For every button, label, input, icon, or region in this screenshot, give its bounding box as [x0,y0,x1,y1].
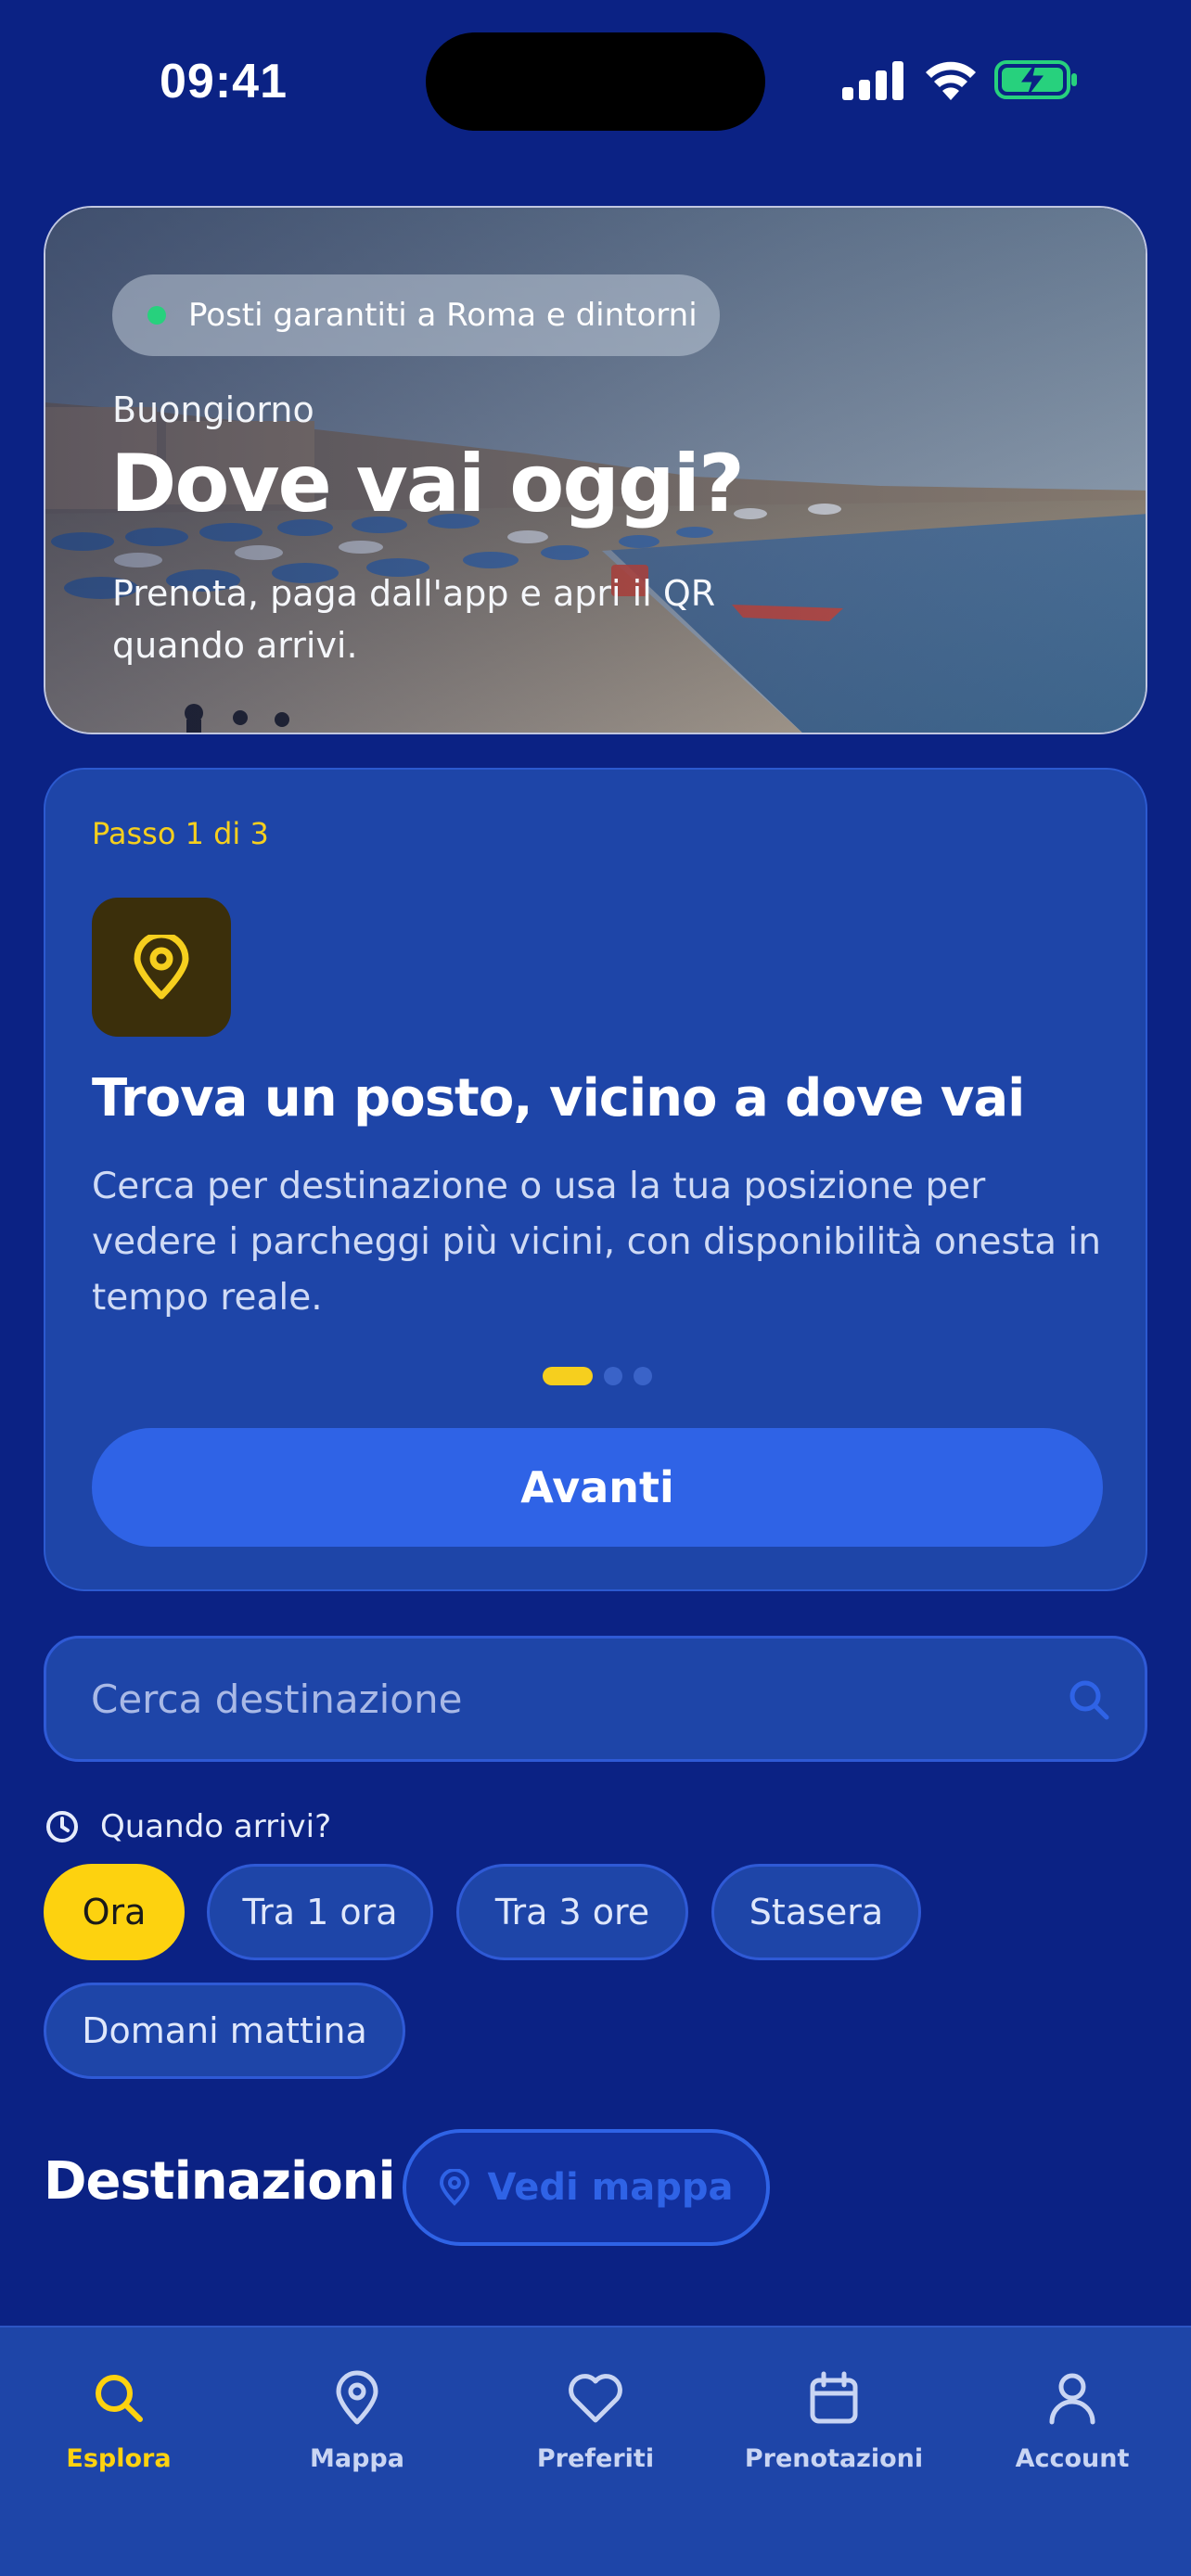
wifi-icon [926,61,976,100]
hero-banner: Posti garantiti a Roma e dintorni Buongi… [44,206,1147,734]
tab-prenotazioni[interactable]: Prenotazioni [732,2368,936,2473]
tab-label: Preferiti [536,2444,655,2473]
tab-esplora[interactable]: Esplora [17,2368,221,2473]
status-dot [147,306,166,325]
destinations-heading: Destinazioni [44,2151,396,2212]
availability-badge-label: Posti garantiti a Roma e dintorni [188,297,698,334]
heart-icon [569,2374,622,2423]
search-icon[interactable] [1067,1677,1111,1722]
status-time: 09:41 [160,55,288,108]
chip-stasera[interactable]: Stasera [711,1864,921,1960]
location-pin-icon [92,898,231,1037]
tab-label: Account [1015,2444,1130,2473]
hero-subtitle: Prenota, paga dall'app e apri il QR quan… [112,573,716,666]
view-map-button[interactable]: Vedi mappa [403,2129,770,2246]
chip-domani-mattina[interactable]: Domani mattina [44,1983,405,2079]
onboarding-title: Trova un posto, vicino a dove vai [92,1068,1025,1129]
dynamic-island [426,32,765,131]
page-dot[interactable] [604,1367,622,1385]
chip-ora[interactable]: Ora [44,1864,185,1960]
clock-icon [46,1811,78,1843]
search-input[interactable] [91,1639,1018,1759]
chip-tra-3-ore[interactable]: Tra 3 ore [456,1864,688,1960]
page-indicator[interactable] [543,1367,663,1385]
status-bar: 09:41 [0,0,1191,158]
tab-account[interactable]: Account [970,2368,1174,2473]
search-icon [96,2375,143,2422]
tab-label: Esplora [66,2444,172,2473]
greeting: Buongiorno [112,389,314,430]
step-indicator: Passo 1 di 3 [92,816,269,851]
search-bar[interactable] [44,1636,1147,1762]
arrival-time-label: Quando arrivi? [45,1808,331,1845]
tab-label: Mappa [310,2444,404,2473]
next-button[interactable]: Avanti [92,1428,1103,1547]
onboarding-card: Passo 1 di 3 Trova un posto, vicino a do… [44,768,1147,1591]
availability-badge: Posti garantiti a Roma e dintorni [112,274,720,356]
hero-title: Dove vai oggi? [110,438,745,530]
tab-preferiti[interactable]: Preferiti [493,2368,698,2473]
tab-bar: Esplora Mappa Preferiti Prenotazioni Acc… [0,2326,1191,2576]
page-dot-active[interactable] [543,1367,593,1385]
arrival-time-label-text: Quando arrivi? [100,1808,332,1845]
map-pin-icon [440,2169,470,2206]
tab-mappa[interactable]: Mappa [255,2368,459,2473]
page-dot[interactable] [634,1367,652,1385]
chip-tra-1-ora[interactable]: Tra 1 ora [207,1864,433,1960]
user-icon [1049,2373,1095,2425]
onboarding-description: Cerca per destinazione o usa la tua posi… [92,1166,1101,1319]
cellular-signal-icon [842,61,903,100]
map-pin-icon [336,2370,378,2425]
tab-label: Prenotazioni [744,2444,924,2473]
view-map-label: Vedi mappa [487,2166,734,2209]
battery-charging-icon [994,60,1077,99]
calendar-icon [810,2371,858,2424]
